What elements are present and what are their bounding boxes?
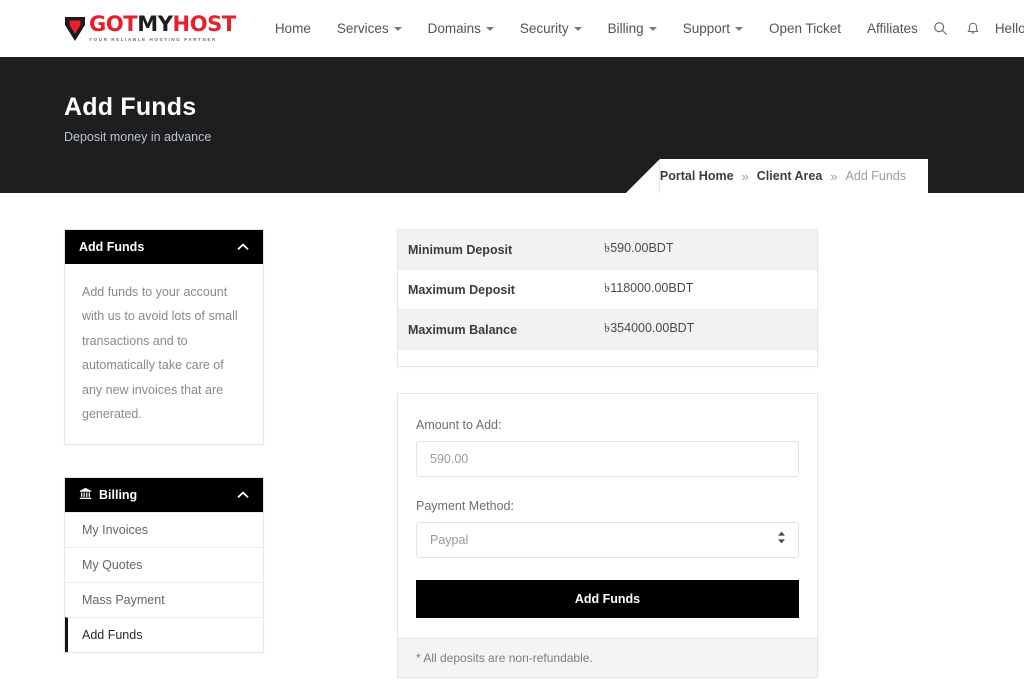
- logo-wordmark: GOTMYHOST: [89, 14, 236, 35]
- sidebar-panel-add-funds-title: Add Funds: [79, 240, 145, 254]
- sidebar-panel-add-funds-body: Add funds to your account with us to avo…: [82, 285, 238, 421]
- nav-label: Support: [682, 21, 730, 36]
- nav-label: Security: [519, 21, 569, 36]
- search-icon[interactable]: [931, 19, 951, 39]
- breadcrumb-item-client-area[interactable]: Client Area: [757, 169, 823, 183]
- user-greeting-label: Hello, Sadman!: [994, 21, 1024, 36]
- sidebar-panel-add-funds-header[interactable]: Add Funds: [65, 230, 263, 264]
- breadcrumb: Portal Home » Client Area » Add Funds: [659, 159, 928, 193]
- chevron-down-icon: [485, 26, 494, 31]
- page-content: Add Funds Add funds to your account with…: [0, 193, 1024, 694]
- amount-input[interactable]: [416, 441, 799, 477]
- add-funds-submit-button[interactable]: Add Funds: [416, 580, 799, 618]
- page-header: Add Funds Deposit money in advance Porta…: [0, 57, 1024, 193]
- field-spacer: [416, 477, 799, 499]
- sidebar-item-mass-payment[interactable]: Mass Payment: [65, 582, 263, 617]
- sidebar-item-add-funds[interactable]: Add Funds: [65, 617, 263, 653]
- nav-label: Home: [274, 21, 311, 36]
- table-footer-spacer: [398, 350, 817, 366]
- nav-item-security[interactable]: Security: [507, 15, 595, 42]
- nav-item-affiliates[interactable]: Affiliates: [854, 15, 931, 42]
- nav-label: Affiliates: [867, 21, 918, 36]
- breadcrumb-item-portal-home[interactable]: Portal Home: [660, 169, 734, 183]
- limit-value-maximum-deposit: ৳118000.00BDT: [604, 280, 694, 295]
- table-row: Maximum Deposit ৳118000.00BDT: [398, 270, 817, 310]
- main-column: Minimum Deposit ৳590.00BDT Maximum Depos…: [397, 229, 818, 694]
- nav-item-open-ticket[interactable]: Open Ticket: [756, 15, 854, 42]
- logo-mark-icon: [64, 16, 86, 42]
- add-funds-form: Amount to Add: Payment Method: Paypal: [398, 394, 817, 638]
- limit-label-maximum-deposit: Maximum Deposit: [408, 282, 515, 297]
- chevron-down-icon: [734, 26, 743, 31]
- payment-method-select[interactable]: Paypal: [416, 522, 799, 558]
- chevron-up-icon[interactable]: [237, 240, 249, 254]
- sidebar-panel-billing-title: Billing: [99, 488, 138, 503]
- limit-value-maximum-balance: ৳354000.00BDT: [604, 320, 695, 335]
- bell-icon[interactable]: [963, 19, 983, 39]
- sidebar-panel-billing-header[interactable]: Billing: [65, 478, 263, 513]
- logo-word-my: MY: [137, 12, 173, 37]
- payment-method-selected-value: Paypal: [430, 533, 469, 547]
- nav-item-billing[interactable]: Billing: [595, 15, 670, 42]
- logo-word-host: HOST: [172, 12, 237, 37]
- breadcrumb-current: Add Funds: [845, 169, 906, 183]
- chevron-up-icon[interactable]: [237, 488, 249, 502]
- nav-label: Domains: [427, 21, 481, 36]
- breadcrumb-separator: »: [830, 168, 838, 184]
- navbar-right-tools: Hello, Sadman! 0: [931, 17, 1024, 41]
- nav-item-support[interactable]: Support: [670, 15, 756, 42]
- add-funds-form-card: Amount to Add: Payment Method: Paypal: [397, 393, 818, 678]
- sidebar: Add Funds Add funds to your account with…: [64, 229, 264, 685]
- nav-item-home[interactable]: Home: [262, 15, 324, 42]
- limit-value-minimum-deposit: ৳590.00BDT: [604, 240, 674, 255]
- payment-method-label: Payment Method:: [416, 499, 514, 513]
- sidebar-panel-billing: Billing My Invoices My Quotes Mass Payme…: [64, 477, 264, 654]
- limit-label-maximum-balance: Maximum Balance: [408, 322, 518, 337]
- nav-label: Open Ticket: [768, 21, 842, 36]
- site-logo[interactable]: GOTMYHOST YOUR RELIABLE HOSTING PARTNER: [64, 14, 236, 42]
- payment-method-select-wrapper: Paypal: [416, 522, 799, 558]
- main-nav: Home Services Domains Security Billing S…: [262, 15, 931, 42]
- table-row: Maximum Balance ৳354000.00BDT: [398, 310, 817, 350]
- amount-field-label: Amount to Add:: [416, 418, 502, 432]
- deposit-limits-table: Minimum Deposit ৳590.00BDT Maximum Depos…: [397, 229, 818, 367]
- bank-icon: [79, 487, 92, 503]
- deposit-footnote: * All deposits are non-refundable.: [398, 638, 817, 677]
- top-navbar: GOTMYHOST YOUR RELIABLE HOSTING PARTNER …: [0, 0, 1024, 57]
- sidebar-panel-add-funds: Add Funds Add funds to your account with…: [64, 229, 264, 446]
- breadcrumb-notch: [625, 159, 660, 193]
- chevron-down-icon: [648, 26, 657, 31]
- table-row: Minimum Deposit ৳590.00BDT: [398, 230, 817, 270]
- sidebar-item-my-invoices[interactable]: My Invoices: [65, 512, 263, 547]
- limit-label-minimum-deposit: Minimum Deposit: [408, 242, 513, 257]
- page-subtitle: Deposit money in advance: [64, 130, 212, 144]
- page-title: Add Funds: [64, 93, 197, 121]
- breadcrumb-separator: »: [741, 168, 749, 184]
- logo-tagline: YOUR RELIABLE HOSTING PARTNER: [89, 36, 217, 42]
- sidebar-item-my-quotes[interactable]: My Quotes: [65, 547, 263, 582]
- user-greeting-menu[interactable]: Hello, Sadman!: [995, 21, 1024, 36]
- chevron-down-icon: [393, 26, 402, 31]
- nav-item-services[interactable]: Services: [324, 15, 415, 42]
- nav-item-domains[interactable]: Domains: [415, 15, 507, 42]
- nav-label: Services: [336, 21, 389, 36]
- breadcrumb-container: Portal Home » Client Area » Add Funds: [625, 159, 928, 193]
- logo-word-got: GOT: [89, 12, 138, 37]
- chevron-down-icon: [573, 26, 582, 31]
- nav-label: Billing: [607, 21, 644, 36]
